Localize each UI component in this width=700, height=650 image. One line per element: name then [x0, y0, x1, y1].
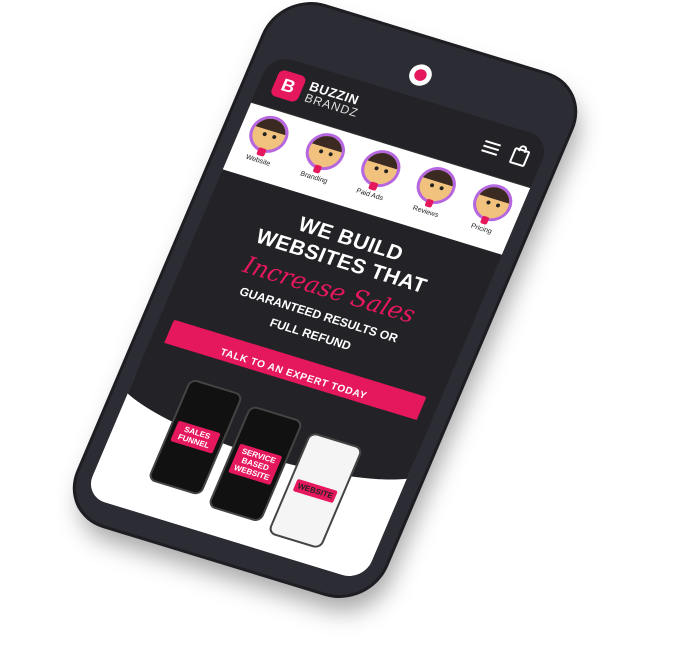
- avatar-icon: [410, 162, 463, 209]
- avatar-icon: [355, 145, 407, 192]
- shopping-bag-icon[interactable]: [508, 146, 531, 167]
- portfolio-showcase: SALES FUNNEL SERVICE BASED WEBSITE WEBSI…: [84, 375, 415, 582]
- header-actions: [480, 137, 531, 167]
- new-badge: [368, 181, 379, 191]
- nav-label: Pricing: [469, 222, 493, 236]
- new-badge: [424, 198, 435, 208]
- mini-phone-tag: SERVICE BASED WEBSITE: [228, 443, 283, 485]
- brand-name[interactable]: BUZZIN BRANDZ: [302, 79, 365, 120]
- mini-phone-tag: SALES FUNNEL: [170, 420, 221, 454]
- nav-label: Paid Ads: [354, 187, 385, 203]
- avatar-icon: [299, 128, 351, 175]
- phone-screen: B BUZZIN BRANDZ Website Branding Paid Ad…: [84, 53, 552, 582]
- nav-label: Branding: [298, 170, 329, 186]
- menu-icon[interactable]: [480, 137, 502, 158]
- new-badge: [312, 164, 323, 174]
- nav-label: Website: [244, 153, 272, 168]
- avatar-icon: [243, 111, 295, 158]
- avatar-icon: [466, 179, 519, 226]
- new-badge: [256, 147, 267, 157]
- brand-logo-icon[interactable]: B: [269, 68, 308, 103]
- nav-label: Reviews: [411, 204, 440, 220]
- camera-notch: [405, 61, 436, 89]
- nav-item-pricing[interactable]: Pricing: [455, 178, 525, 240]
- mini-phone-tag: WEBSITE: [292, 478, 339, 503]
- phone-mockup: B BUZZIN BRANDZ Website Branding Paid Ad…: [61, 0, 589, 606]
